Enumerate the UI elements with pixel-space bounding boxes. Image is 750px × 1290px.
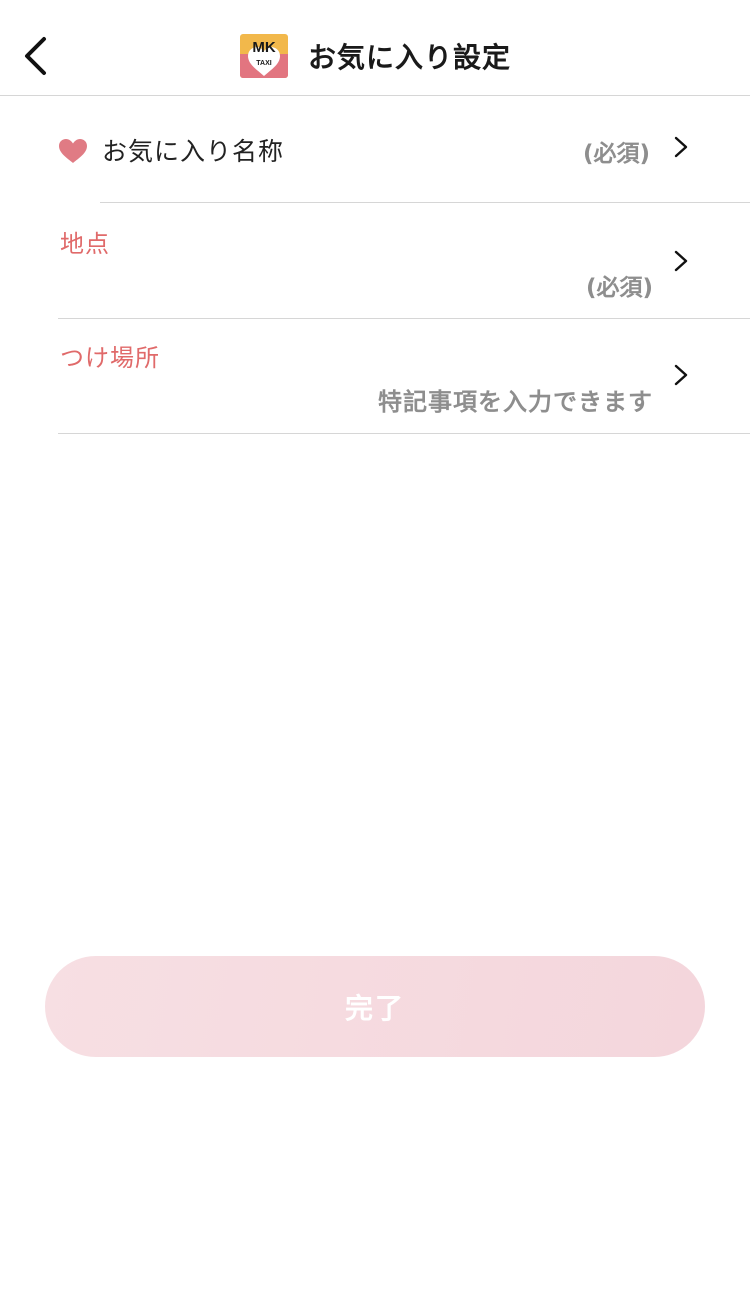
back-chevron-icon [25, 37, 46, 75]
logo-text: MK [252, 39, 275, 56]
chevron-right-icon [674, 136, 688, 158]
done-button-label: 完了 [344, 991, 405, 1025]
pickup-spot-placeholder: 特記事項を入力できます [378, 388, 653, 416]
page-title: お気に入り設定 [308, 41, 512, 74]
pickup-spot-label: つけ場所 [60, 344, 160, 372]
location-required: (必須) [585, 275, 653, 301]
logo-subtext: TAXI [256, 60, 271, 67]
favorite-name-row[interactable]: お気に入り名称 (必須) [0, 96, 750, 203]
favorite-name-label: お気に入り名称 [102, 137, 285, 166]
row-divider [58, 318, 750, 319]
heart-icon [59, 139, 87, 163]
done-button[interactable]: 完了 [45, 956, 705, 1057]
chevron-right-icon [674, 250, 688, 272]
pickup-spot-row[interactable]: つけ場所 特記事項を入力できます [0, 320, 750, 434]
mk-taxi-logo: MK TAXI [240, 34, 288, 78]
location-row[interactable]: 地点 (必須) [0, 204, 750, 319]
header-bar: MK TAXI お気に入り設定 [0, 0, 750, 96]
chevron-right-icon [674, 364, 688, 386]
location-label: 地点 [60, 230, 110, 258]
header-title-group: MK TAXI お気に入り設定 [240, 32, 511, 80]
favorite-settings-screen: MK TAXI お気に入り設定 お気に入り名称 (必須) 地点 (必須) つけ場… [0, 0, 750, 1290]
favorite-name-required: (必須) [582, 141, 650, 167]
row-divider [58, 433, 750, 434]
back-button[interactable] [14, 28, 58, 84]
row-divider [100, 202, 750, 203]
